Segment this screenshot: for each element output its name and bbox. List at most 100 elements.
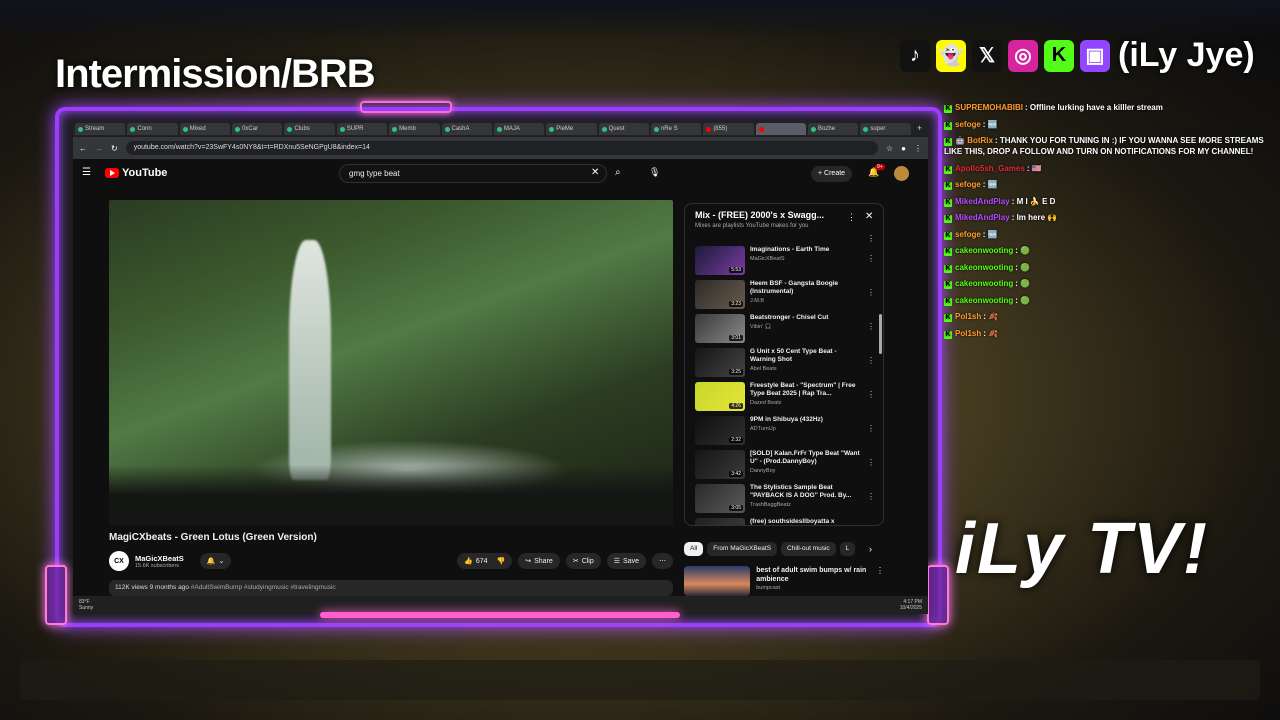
kick-icon[interactable]: K bbox=[1044, 39, 1074, 72]
playlist-scrollbar[interactable] bbox=[879, 314, 882, 354]
chat-username[interactable]: SUPREMOHABIBI bbox=[955, 103, 1023, 112]
twitch-icon[interactable]: ▣ bbox=[1080, 39, 1110, 72]
hamburger-icon[interactable]: ☰ bbox=[82, 167, 91, 178]
playlist-thumbnail[interactable]: 5:53 bbox=[695, 246, 745, 275]
chat-username[interactable]: Pol1sh bbox=[955, 329, 981, 338]
chat-username[interactable]: BotRix bbox=[967, 136, 993, 145]
chat-username[interactable]: cakeonwooting bbox=[955, 263, 1013, 272]
item-menu-icon[interactable]: ⋮ bbox=[867, 424, 875, 433]
description-box[interactable]: 112K views 9 months ago #AdultSwimBump #… bbox=[109, 580, 673, 596]
channel-name[interactable]: MaGicXBeatS bbox=[135, 554, 184, 563]
search-icon[interactable]: ⌕ bbox=[615, 167, 621, 178]
reload-icon[interactable]: ↻ bbox=[111, 144, 118, 153]
filter-chip[interactable]: From MaGicXBeatS bbox=[707, 542, 778, 556]
playlist-options-icon[interactable]: ⋮ bbox=[867, 234, 875, 243]
chat-username[interactable]: cakeonwooting bbox=[955, 279, 1013, 288]
playlist-item[interactable]: (free) southsidesllboyatta x⋮ bbox=[695, 518, 875, 525]
forward-icon[interactable]: → bbox=[95, 144, 103, 153]
chat-username[interactable]: cakeonwooting bbox=[955, 246, 1013, 255]
back-icon[interactable]: ← bbox=[79, 144, 87, 153]
playlist-item[interactable]: 3:42 [SOLD] Kalan.FrFr Type Beat "Want U"… bbox=[695, 450, 875, 484]
like-button[interactable]: 👍 674 👎 bbox=[457, 553, 513, 569]
hashtags[interactable]: #AdultSwimBump #studyingmusic #traveling… bbox=[191, 584, 336, 591]
snapchat-icon[interactable]: 👻 bbox=[936, 39, 966, 72]
browser-tab[interactable]: nRe S bbox=[650, 123, 702, 135]
browser-tab[interactable]: SUPR bbox=[336, 123, 388, 135]
browser-tab[interactable]: PieMe bbox=[546, 123, 597, 135]
browser-tab[interactable]: (855) bbox=[703, 123, 754, 135]
subscribe-bell-button[interactable]: 🔔 ⌄ bbox=[199, 553, 232, 569]
item-menu-icon[interactable]: ⋮ bbox=[867, 390, 875, 399]
playlist-item[interactable]: 4:26 Freestyle Beat - "Spectrum" | Free T… bbox=[695, 382, 875, 416]
playlist-thumbnail[interactable]: 2:32 bbox=[695, 416, 745, 445]
video-player[interactable] bbox=[109, 200, 673, 525]
weather-widget[interactable]: 83°F Sunny bbox=[79, 599, 93, 611]
playlist-thumbnail[interactable]: 3:05 bbox=[695, 484, 745, 513]
playlist-thumbnail[interactable]: 3:23 bbox=[695, 280, 745, 309]
recommended-video[interactable]: best of adult swim bumps w/ rain ambienc… bbox=[684, 566, 884, 596]
browser-tab[interactable]: Stream bbox=[75, 123, 126, 135]
dislike-icon[interactable]: 👎 bbox=[497, 557, 506, 565]
item-menu-icon[interactable]: ⋮ bbox=[867, 492, 875, 501]
browser-tab[interactable]: Bozhe bbox=[808, 123, 859, 135]
playlist-item[interactable]: 3:01 Beatstronger - Chisel Cut Vibin' 🎧 ⋮ bbox=[695, 314, 875, 348]
bookmark-icon[interactable]: ☆ bbox=[886, 144, 893, 153]
playlist-thumbnail[interactable]: 3:01 bbox=[695, 314, 745, 343]
chat-username[interactable]: sefoge bbox=[955, 120, 981, 129]
browser-tab[interactable]: MAJA bbox=[493, 123, 545, 135]
item-menu-icon[interactable]: ⋮ bbox=[867, 254, 875, 263]
youtube-logo[interactable]: YouTube bbox=[105, 167, 167, 179]
close-icon[interactable]: ✕ bbox=[865, 211, 873, 222]
browser-tab[interactable] bbox=[755, 123, 807, 135]
browser-tab[interactable]: Conn bbox=[127, 123, 178, 135]
profile-icon[interactable]: ● bbox=[901, 144, 906, 153]
filter-chip[interactable]: Chill-out music bbox=[781, 542, 836, 556]
recommended-thumbnail[interactable] bbox=[684, 566, 751, 596]
browser-tab[interactable]: Clubs bbox=[284, 123, 335, 135]
more-actions-button[interactable]: ⋯ bbox=[652, 553, 673, 569]
browser-tab[interactable]: Mixed bbox=[179, 123, 231, 135]
item-menu-icon[interactable]: ⋮ bbox=[867, 356, 875, 365]
item-menu-icon[interactable]: ⋮ bbox=[867, 458, 875, 467]
mic-icon[interactable]: 🎙 bbox=[649, 167, 660, 178]
recommended-title[interactable]: best of adult swim bumps w/ rain ambienc… bbox=[756, 566, 870, 584]
tiktok-icon[interactable]: ♪ bbox=[900, 39, 930, 72]
account-avatar[interactable] bbox=[894, 166, 909, 181]
address-bar[interactable]: youtube.com/watch?v=23SwFY4s0NY8&t=t=RDX… bbox=[125, 141, 878, 155]
browser-tab[interactable]: super bbox=[860, 123, 911, 135]
recommended-menu-icon[interactable]: ⋮ bbox=[876, 566, 884, 596]
playlist-thumbnail[interactable]: 3:42 bbox=[695, 450, 745, 479]
playlist-item[interactable]: 3:23 Heem BSF - Gangsta Boogie (Instrumen… bbox=[695, 280, 875, 314]
playlist-item[interactable]: 2:32 9PM in Shibuya (432Hz) ADTurnUp ⋮ bbox=[695, 416, 875, 450]
chat-username[interactable]: sefoge bbox=[955, 180, 981, 189]
playlist-item[interactable]: 3:25 G Unit x 50 Cent Type Beat - Warning… bbox=[695, 348, 875, 382]
clip-button[interactable]: ✂ Clip bbox=[565, 553, 601, 569]
channel-avatar[interactable]: CX bbox=[109, 551, 129, 571]
playlist-item[interactable]: 5:53 Imaginations - Earth Time MaGicXBeatS… bbox=[695, 246, 875, 280]
filter-chip[interactable]: L bbox=[839, 542, 856, 556]
new-tab-icon[interactable]: + bbox=[913, 123, 926, 135]
x-icon[interactable]: 𝕏 bbox=[972, 39, 1002, 72]
clear-search-icon[interactable]: ✕ bbox=[591, 167, 599, 178]
item-menu-icon[interactable]: ⋮ bbox=[867, 288, 875, 297]
filter-chip[interactable]: All bbox=[684, 542, 704, 556]
playlist-menu-icon[interactable]: ⋮ bbox=[847, 212, 856, 223]
chat-username[interactable]: MikedAndPlay bbox=[955, 197, 1010, 206]
browser-tab[interactable]: Memb bbox=[389, 123, 440, 135]
browser-tab[interactable]: Quest bbox=[598, 123, 649, 135]
save-button[interactable]: ☰ Save bbox=[606, 553, 646, 569]
system-clock[interactable]: 4:17 PM 10/4/2025 bbox=[900, 599, 922, 611]
share-button[interactable]: ↪ Share bbox=[518, 553, 560, 569]
browser-tab[interactable]: 0xCar bbox=[232, 123, 283, 135]
menu-icon[interactable]: ⋮ bbox=[914, 144, 922, 153]
search-input[interactable]: gmg type beat bbox=[339, 164, 607, 183]
playlist-thumbnail[interactable]: 4:26 bbox=[695, 382, 745, 411]
chat-username[interactable]: sefoge bbox=[955, 230, 981, 239]
chevron-right-icon[interactable]: › bbox=[869, 544, 872, 554]
chat-username[interactable]: cakeonwooting bbox=[955, 296, 1013, 305]
chat-username[interactable]: MikedAndPlay bbox=[955, 213, 1010, 222]
instagram-icon[interactable]: ◎ bbox=[1008, 39, 1038, 72]
chat-username[interactable]: Pol1sh bbox=[955, 312, 981, 321]
playlist-thumbnail[interactable] bbox=[695, 518, 745, 525]
playlist-thumbnail[interactable]: 3:25 bbox=[695, 348, 745, 377]
